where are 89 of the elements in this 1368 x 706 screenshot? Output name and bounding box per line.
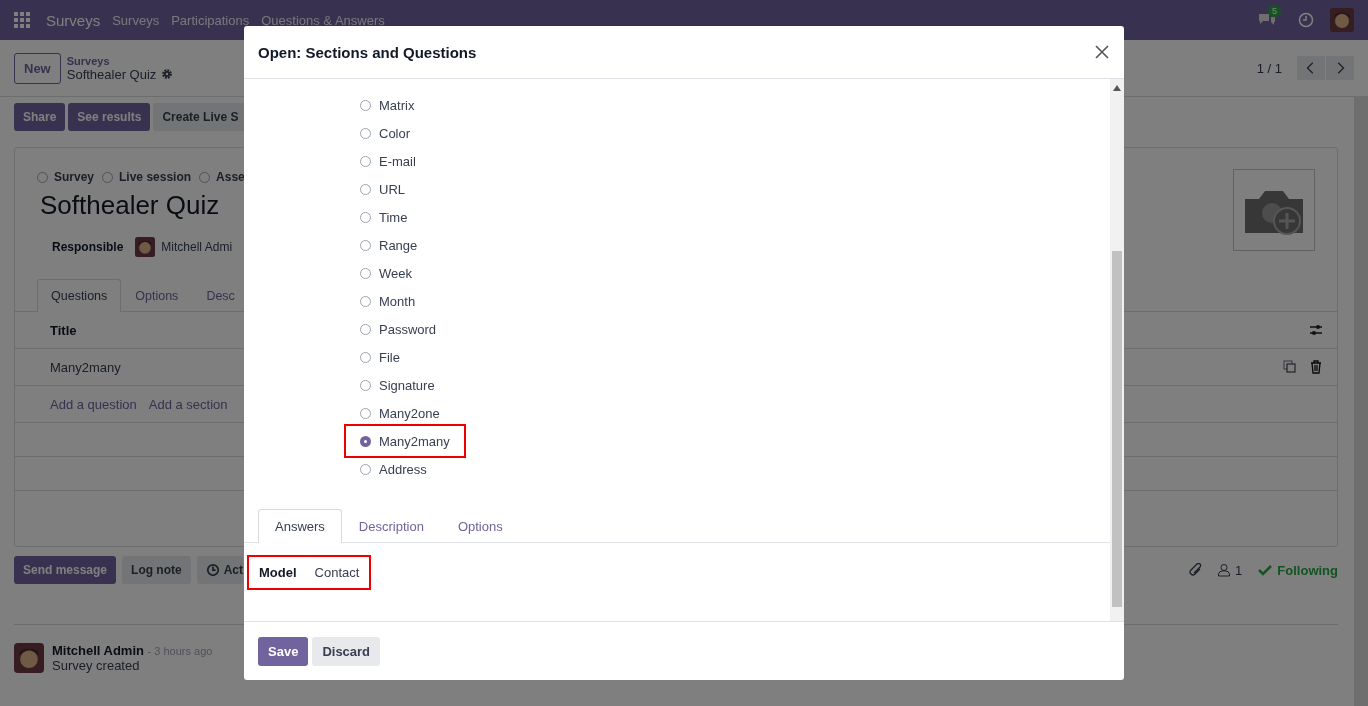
radio-label[interactable]: Survey — [54, 170, 95, 184]
field-label: Model — [259, 565, 297, 580]
tab[interactable]: Description — [341, 509, 441, 543]
follower-count[interactable]: 1 — [1235, 562, 1243, 578]
settings-icon[interactable] — [161, 68, 174, 80]
option-label[interactable]: URL — [379, 181, 405, 197]
radio-button[interactable] — [360, 435, 371, 447]
table-cell: Many2many — [50, 359, 121, 375]
sliders-icon[interactable] — [1309, 323, 1323, 337]
highlighted-option[interactable]: Many2many — [344, 424, 466, 458]
radio-option[interactable]: Many2one — [344, 399, 456, 427]
radio-button[interactable] — [199, 171, 211, 183]
check-icon — [1258, 563, 1273, 577]
previous-button[interactable] — [1297, 56, 1325, 80]
clock-icon — [205, 563, 220, 577]
clock-icon[interactable] — [1298, 12, 1314, 28]
field-label: Responsible — [52, 240, 124, 254]
trash-icon[interactable] — [1309, 360, 1323, 374]
action-button[interactable]: Save — [258, 636, 309, 666]
radio-button[interactable] — [360, 239, 371, 251]
radio-button[interactable] — [360, 351, 371, 363]
field-value[interactable]: Contact — [314, 565, 360, 580]
tab[interactable]: Questions — [37, 279, 122, 312]
option-label[interactable]: Week — [379, 265, 412, 281]
tab[interactable]: Answers — [258, 509, 342, 543]
message-body: Survey created — [52, 658, 141, 673]
dialog-title: Open: Sections and Questions — [258, 43, 477, 61]
pager-value: 1 / 1 — [1256, 60, 1282, 76]
radio-button[interactable] — [360, 267, 371, 279]
radio-option[interactable]: Password — [344, 315, 453, 343]
radio-button[interactable] — [360, 155, 371, 167]
person-icon[interactable] — [1217, 563, 1232, 577]
radio-button[interactable] — [360, 183, 371, 195]
survey-title: Softhealer Quiz — [39, 189, 221, 221]
radio-button[interactable] — [360, 295, 371, 307]
radio-button[interactable] — [360, 127, 371, 139]
radio-button[interactable] — [360, 323, 371, 335]
option-label[interactable]: E-mail — [379, 153, 416, 169]
record-name: Softhealer Quiz — [66, 66, 157, 82]
apps-menu-icon[interactable] — [14, 12, 30, 28]
radio-button[interactable] — [37, 171, 48, 183]
radio-option[interactable]: Month — [344, 287, 432, 315]
radio-button[interactable] — [360, 99, 371, 111]
radio-button[interactable] — [360, 211, 371, 223]
option-label[interactable]: Month — [379, 293, 416, 309]
radio-label[interactable]: Live session — [119, 170, 192, 184]
option-label[interactable]: Password — [379, 321, 437, 337]
radio-option[interactable]: File — [344, 343, 416, 371]
activity-button[interactable]: Act — [196, 556, 244, 584]
option-label[interactable]: Address — [379, 461, 427, 477]
option-label[interactable]: Signature — [379, 377, 435, 393]
avatar — [1330, 8, 1354, 32]
avatar — [14, 643, 44, 673]
radio-option[interactable]: URL — [344, 175, 421, 203]
tab[interactable]: Options — [440, 509, 520, 543]
paperclip-icon[interactable] — [1189, 563, 1204, 577]
next-button[interactable] — [1326, 56, 1354, 80]
column-header[interactable]: Title — [50, 322, 77, 338]
radio-option[interactable]: Signature — [344, 371, 451, 399]
avatar — [135, 237, 156, 257]
image-placeholder[interactable] — [1233, 169, 1315, 251]
radio-option[interactable]: Address — [344, 455, 443, 483]
option-label[interactable]: Range — [379, 237, 418, 253]
radio-option[interactable]: Week — [344, 259, 428, 287]
radio-button[interactable] — [360, 379, 371, 391]
radio-option[interactable]: Matrix — [344, 91, 431, 119]
radio-button[interactable] — [360, 463, 371, 475]
option-label[interactable]: File — [379, 349, 400, 365]
option-label[interactable]: Matrix — [379, 97, 415, 113]
option-label[interactable]: Many2many — [379, 433, 450, 449]
user-name[interactable]: Mitchell Admi — [161, 240, 233, 254]
scroll-up-icon[interactable] — [1113, 85, 1121, 91]
option-label[interactable]: Color — [379, 125, 411, 141]
scrollbar[interactable] — [1110, 79, 1124, 621]
radio-option[interactable]: E-mail — [344, 147, 432, 175]
option-label[interactable]: Time — [379, 209, 408, 225]
radio-button[interactable] — [360, 407, 371, 419]
action-button[interactable]: Discard — [312, 636, 381, 666]
message-author[interactable]: Mitchell Admin — [52, 643, 144, 658]
action-button[interactable]: Log note — [122, 556, 191, 584]
radio-button[interactable] — [102, 171, 114, 183]
radio-option[interactable]: Time — [344, 203, 424, 231]
copy-icon[interactable] — [1283, 360, 1297, 374]
radio-label[interactable]: Asse — [216, 170, 245, 184]
notification-badge: 5 — [1268, 5, 1281, 17]
radio-option[interactable]: Color — [344, 119, 427, 147]
radio-option[interactable]: Range — [344, 231, 434, 259]
close-button[interactable] — [1094, 44, 1110, 60]
option-label[interactable]: Many2one — [379, 405, 440, 421]
